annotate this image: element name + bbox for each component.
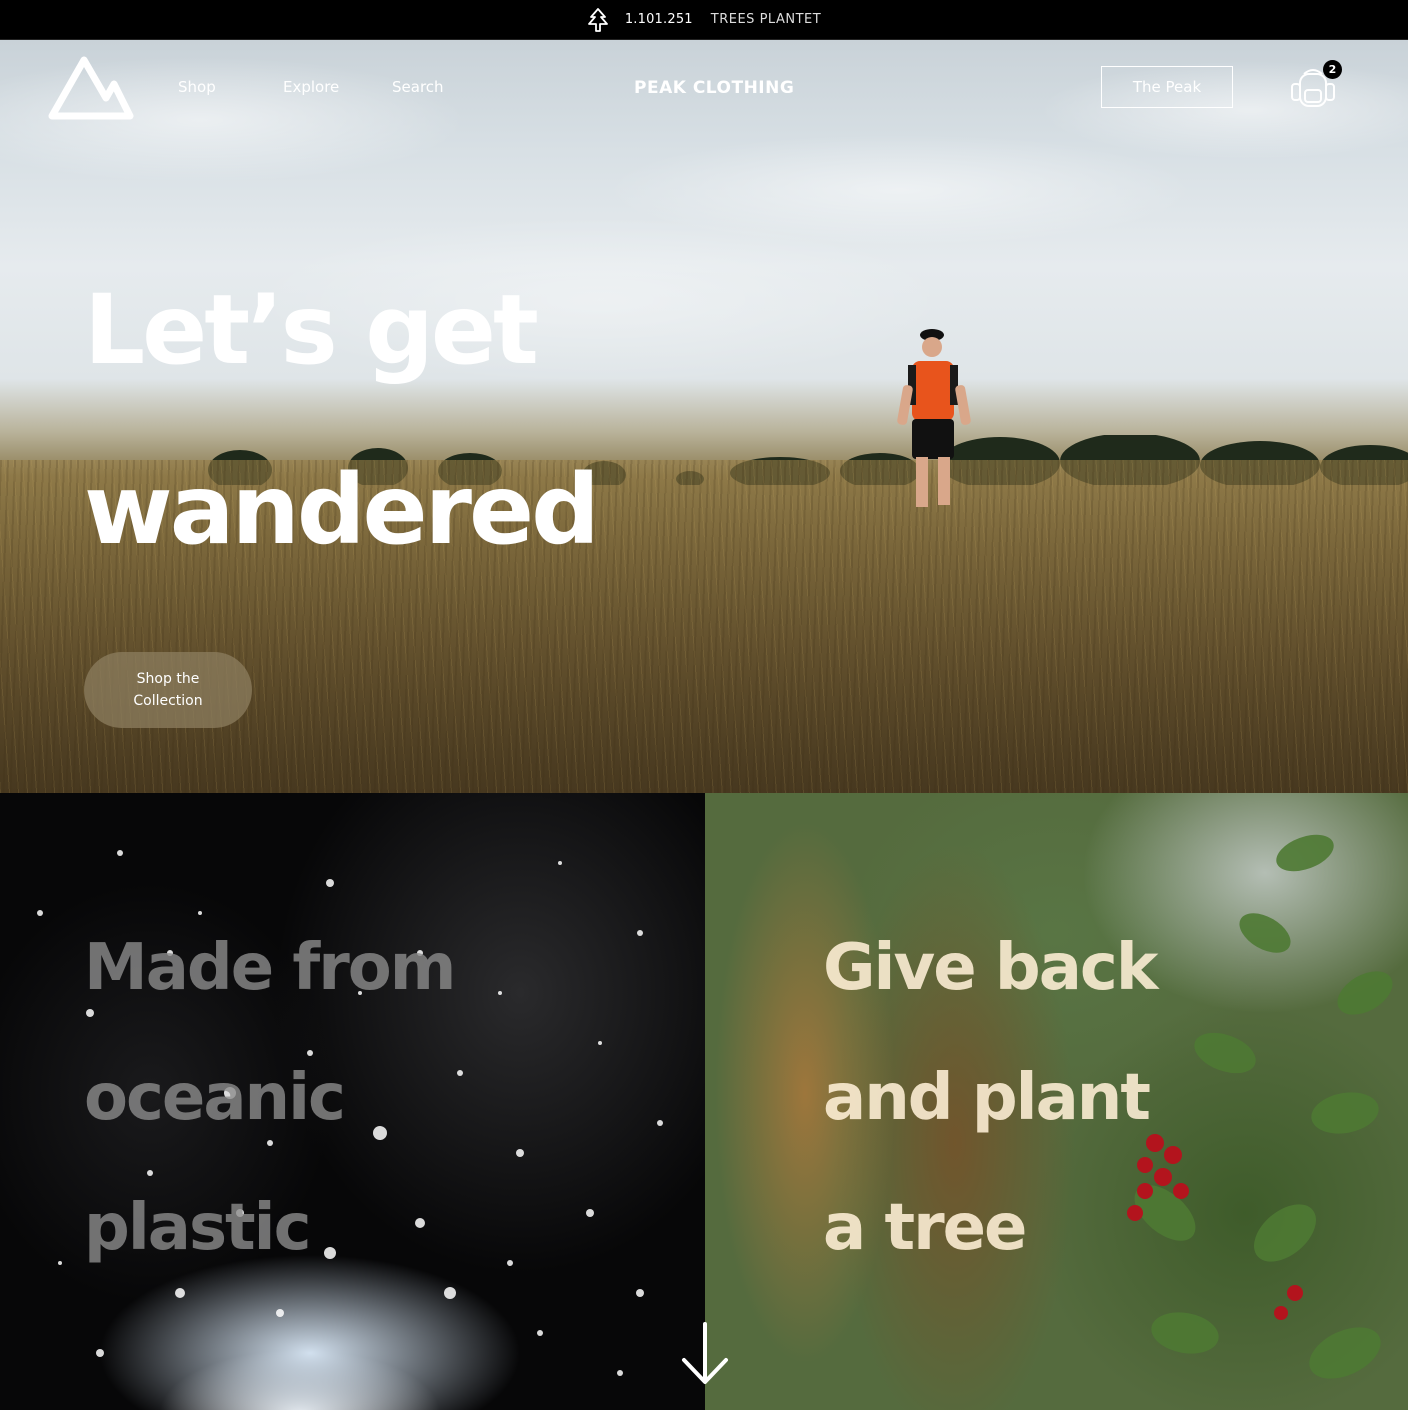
trees-count: 1.101.251 <box>624 12 693 27</box>
oceanic-plastic-panel[interactable]: Made from oceanic plastic <box>0 793 705 1410</box>
hiker-figure <box>897 329 971 507</box>
oceanic-line1: Made from <box>84 931 456 1005</box>
cart-button[interactable]: 2 <box>1286 60 1346 112</box>
nav-shop-link[interactable]: Shop <box>178 78 216 96</box>
plant-tree-panel[interactable]: Give back and plant a tree <box>705 793 1408 1410</box>
oceanic-line3: plastic <box>84 1191 312 1265</box>
brand-name[interactable]: PEAK CLOTHING <box>634 78 794 98</box>
plant-line1: Give back <box>823 931 1158 1005</box>
tree-counter-bar: 1.101.251 TREES PLANTET <box>0 0 1408 40</box>
tree-icon <box>587 7 609 32</box>
oceanic-line2: oceanic <box>84 1061 346 1135</box>
trees-label: TREES PLANTET <box>710 12 822 27</box>
nav-search-link[interactable]: Search <box>392 78 444 96</box>
shop-collection-label: Shop the Collection <box>133 668 202 712</box>
plant-line3: a tree <box>823 1191 1027 1265</box>
hero-title-line1: Let’s get <box>84 274 539 386</box>
cart-count-badge: 2 <box>1323 60 1342 79</box>
plant-line2: and plant <box>823 1061 1151 1135</box>
mountain-logo-icon[interactable] <box>48 54 134 122</box>
plant-tree-title: Give back and plant a tree <box>823 903 1158 1293</box>
hero-section: Shop Explore Search PEAK CLOTHING The Pe… <box>0 40 1408 793</box>
nav-explore-link[interactable]: Explore <box>283 78 339 96</box>
hero-title: Let’s get wandered <box>84 240 644 600</box>
the-peak-button[interactable]: The Peak <box>1101 66 1233 108</box>
arrow-down-icon[interactable] <box>680 1322 730 1386</box>
oceanic-plastic-title: Made from oceanic plastic <box>84 903 456 1293</box>
hero-title-line2: wandered <box>84 454 600 566</box>
cta-line1: Shop the <box>136 671 200 687</box>
cta-line2: Collection <box>133 693 203 709</box>
shop-collection-button[interactable]: Shop the Collection <box>84 652 252 728</box>
